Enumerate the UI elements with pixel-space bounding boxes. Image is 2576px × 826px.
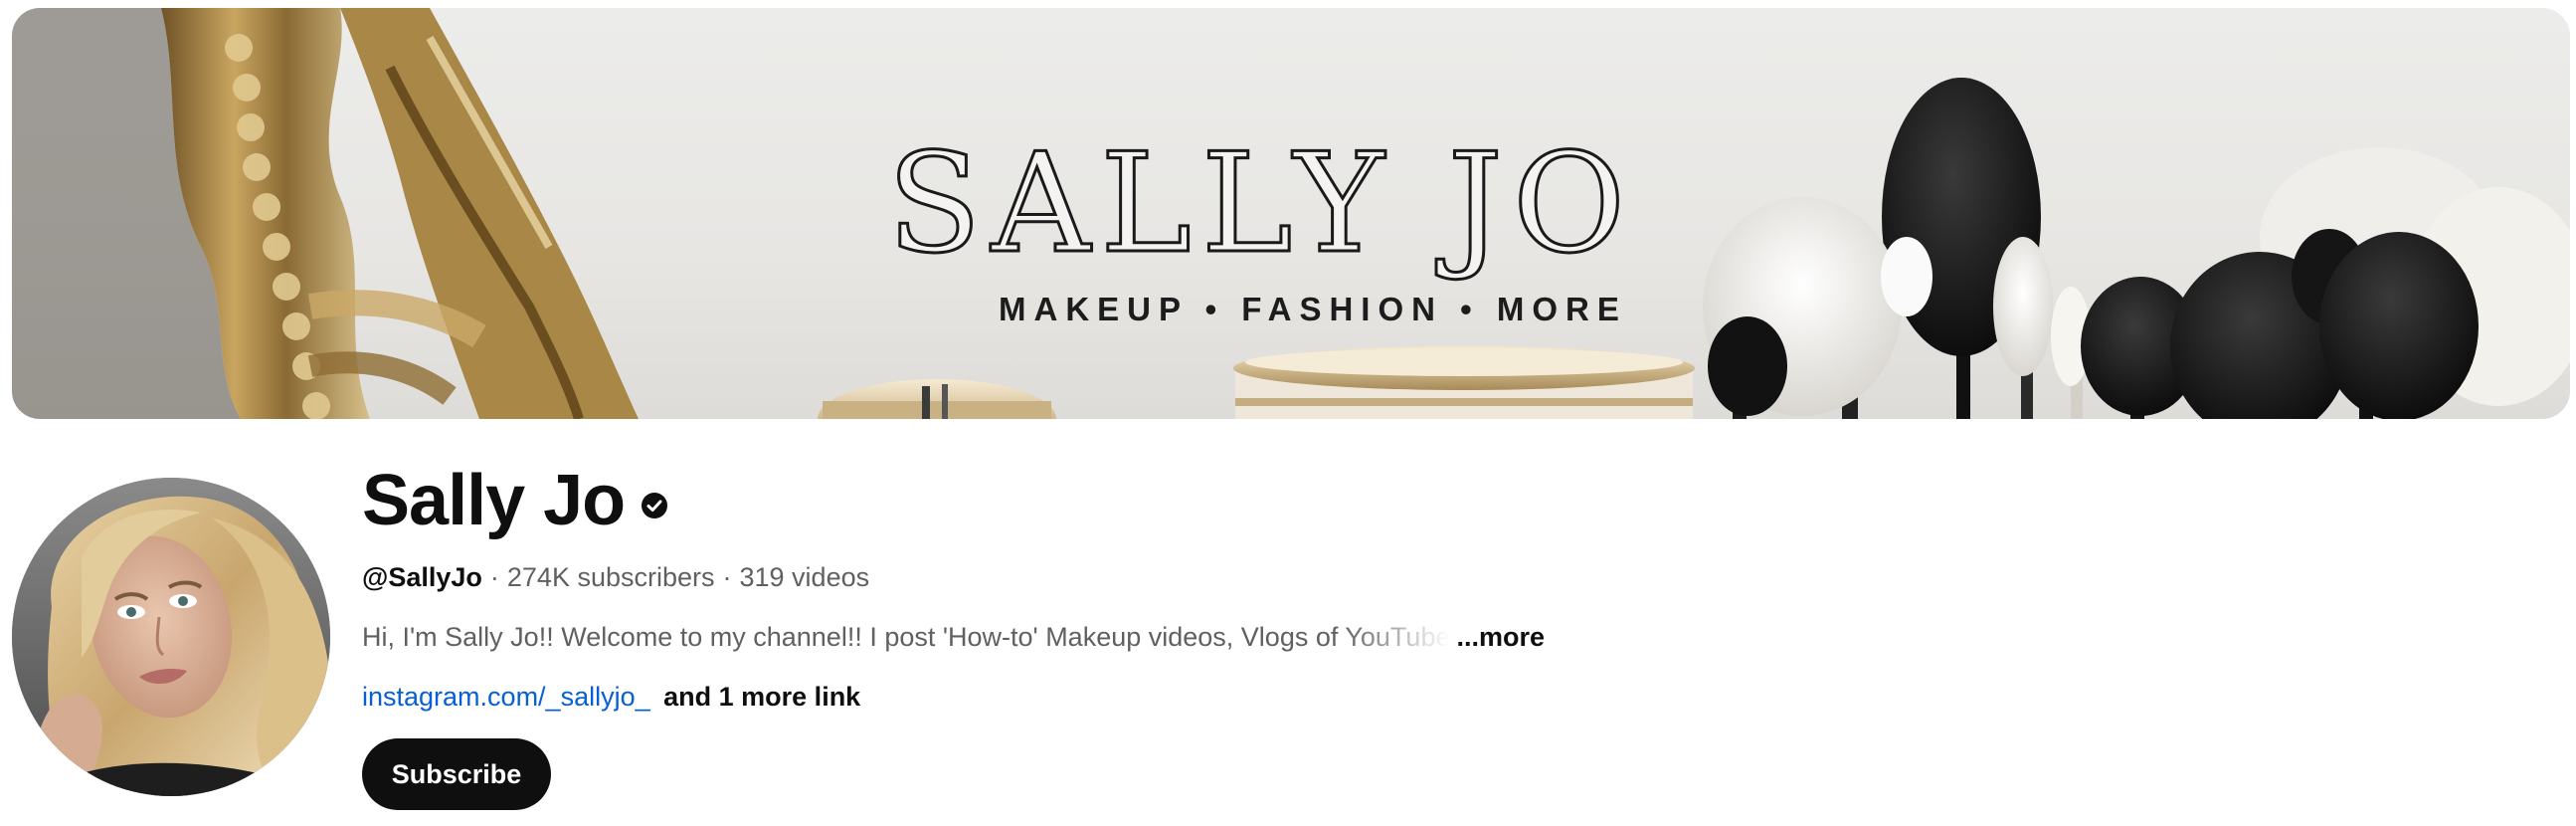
description-more-link[interactable]: ...more [1456, 619, 1545, 655]
channel-handle: @SallyJo [362, 562, 482, 592]
channel-avatar[interactable] [12, 478, 330, 796]
banner-title: SALLY JO [886, 123, 1636, 284]
video-count: 319 videos [739, 562, 870, 592]
meta-separator: · [722, 562, 732, 592]
channel-description[interactable]: Hi, I'm Sally Jo!! Welcome to my channel… [362, 619, 2152, 655]
subscribe-button[interactable]: Subscribe [362, 738, 551, 810]
instagram-link[interactable]: instagram.com/_sallyjo_ [362, 682, 650, 712]
channel-page: SALLY JO MAKEUP • FASHION • MORE Sally J… [0, 0, 2576, 826]
channel-name: Sally Jo [362, 461, 626, 540]
banner-tagline: MAKEUP • FASHION • MORE [999, 291, 1627, 327]
channel-banner: SALLY JO MAKEUP • FASHION • MORE [12, 8, 2570, 419]
avatar-portrait [12, 478, 330, 796]
channel-info: Sally Jo @SallyJo · 274K subscribers · 319 v… [362, 456, 2152, 810]
description-text: Hi, I'm Sally Jo!! Welcome to my channel… [362, 622, 1451, 652]
channel-meta: @SallyJo · 274K subscribers · 319 videos [362, 559, 2152, 595]
verified-check-icon [641, 492, 668, 519]
meta-separator: · [489, 562, 499, 592]
channel-name-row: Sally Jo [362, 456, 2152, 545]
channel-links: instagram.com/_sallyjo_ and 1 more link [362, 679, 2152, 715]
subscriber-count: 274K subscribers [506, 562, 715, 592]
more-links-button[interactable]: and 1 more link [663, 682, 860, 712]
